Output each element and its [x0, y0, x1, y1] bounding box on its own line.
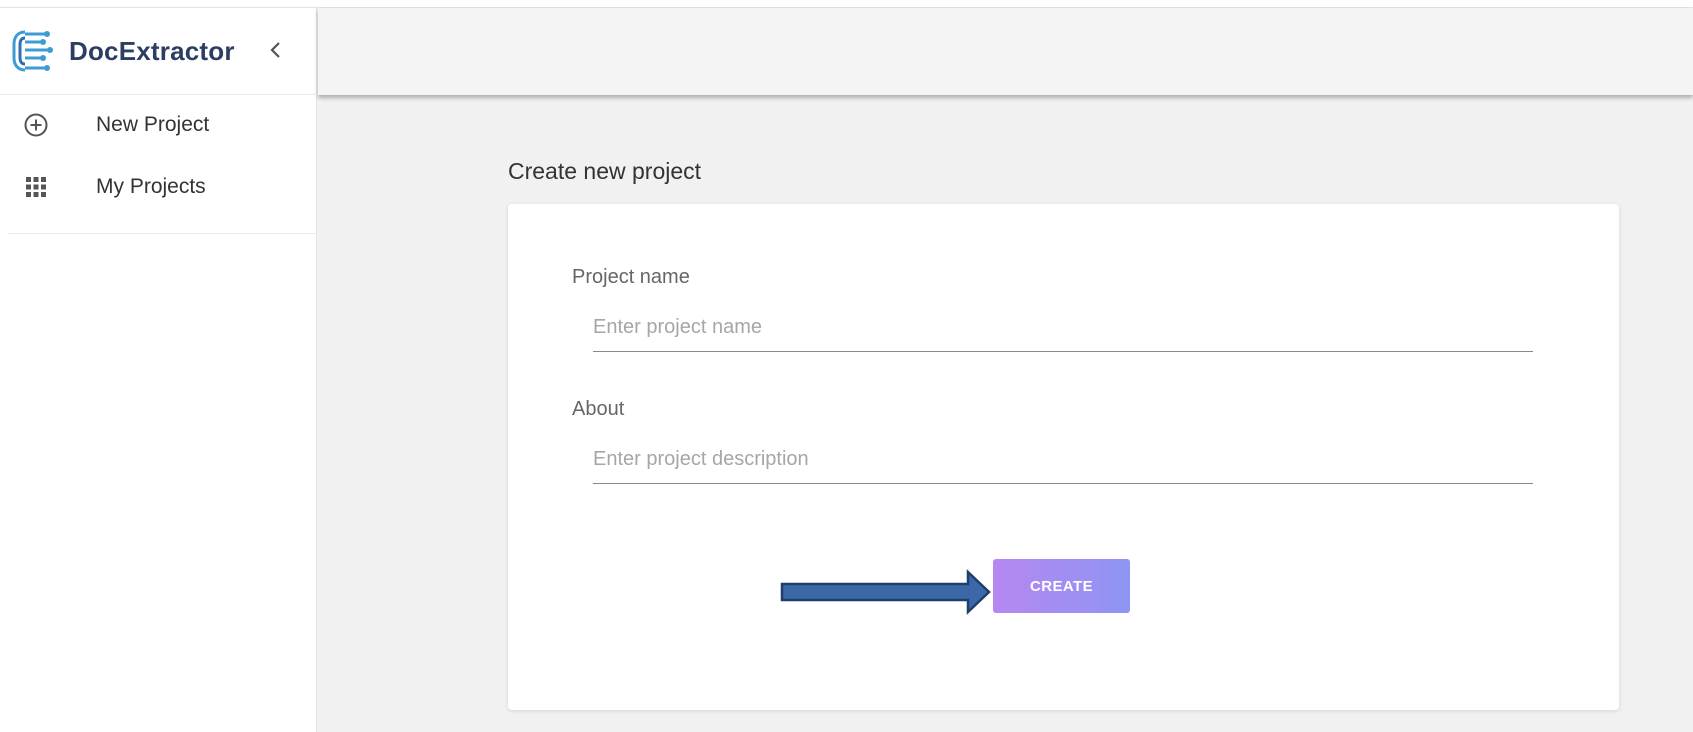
- apps-grid-icon: [26, 177, 46, 197]
- sidebar-item-label: My Projects: [96, 175, 206, 198]
- project-name-input[interactable]: [593, 304, 1533, 352]
- sidebar-nav: New Project My Projects: [8, 96, 317, 234]
- sidebar-item-new-project[interactable]: New Project: [8, 96, 317, 152]
- project-name-label: Project name: [572, 266, 690, 288]
- arrow-right-icon: [780, 569, 991, 615]
- sidebar: DocExtractor New Project My Projects: [0, 8, 317, 732]
- collapse-sidebar-button[interactable]: [264, 36, 288, 64]
- create-project-card: Project name About CREATE: [508, 204, 1619, 710]
- sidebar-item-label: New Project: [96, 113, 210, 136]
- window-top-edge: [0, 0, 1693, 8]
- page-title: Create new project: [508, 158, 702, 184]
- sidebar-item-my-projects[interactable]: My Projects: [8, 158, 317, 214]
- top-header-bar: [318, 8, 1693, 95]
- chevron-left-icon: [270, 42, 280, 58]
- add-circle-icon: [24, 113, 48, 137]
- create-button[interactable]: CREATE: [993, 559, 1130, 613]
- app-title: DocExtractor: [69, 36, 235, 66]
- brand-header: DocExtractor: [0, 8, 317, 95]
- project-description-input[interactable]: [593, 436, 1533, 484]
- docextractor-logo-icon: [12, 30, 53, 72]
- about-label: About: [572, 398, 625, 420]
